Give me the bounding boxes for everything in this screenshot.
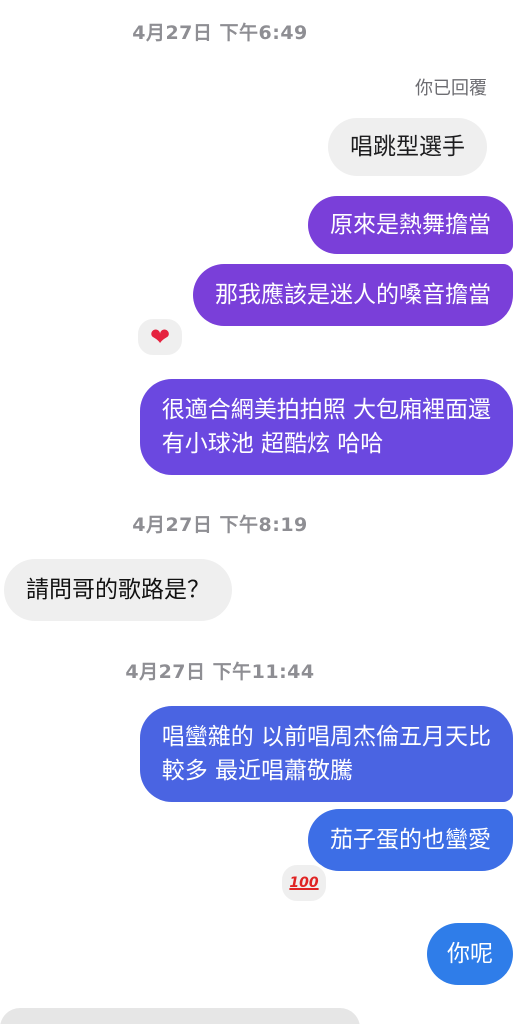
- reaction-hundred[interactable]: 100: [279, 862, 329, 904]
- composer-bar[interactable]: [0, 1008, 360, 1024]
- message-bubble-outgoing-5[interactable]: 茄子蛋的也蠻愛: [308, 809, 513, 871]
- hundred-points-icon: 100: [289, 875, 319, 891]
- timestamp-3: 4月27日 下午11:44: [125, 661, 315, 683]
- message-bubble-outgoing-3[interactable]: 很適合網美拍拍照 大包廂裡面還 有小球池 超酷炫 哈哈: [139, 379, 513, 475]
- message-bubble-outgoing-6[interactable]: 你呢: [427, 923, 513, 985]
- message-line: 較多 最近唱蕭敬騰: [161, 758, 353, 784]
- message-bubble-outgoing-1[interactable]: 原來是熱舞擔當: [308, 196, 513, 254]
- heart-icon: ❤: [149, 323, 171, 351]
- message-line: 很適合網美拍拍照 大包廂裡面還: [161, 397, 491, 423]
- message-bubble-replied[interactable]: 唱跳型選手: [328, 118, 487, 176]
- message-bubble-outgoing-2[interactable]: 那我應該是迷人的嗓音擔當: [193, 264, 513, 326]
- timestamp-2: 4月27日 下午8:19: [132, 514, 308, 536]
- message-bubble-outgoing-4[interactable]: 唱蠻雜的 以前唱周杰倫五月天比 較多 最近唱蕭敬騰: [139, 706, 513, 802]
- message-bubble-incoming[interactable]: 請問哥的歌路是？: [4, 559, 232, 621]
- message-line: 有小球池 超酷炫 哈哈: [161, 431, 384, 457]
- reply-note: 你已回覆: [415, 78, 487, 99]
- message-line: 唱蠻雜的 以前唱周杰倫五月天比: [161, 724, 491, 750]
- reaction-heart[interactable]: ❤: [135, 316, 185, 358]
- timestamp-1: 4月27日 下午6:49: [132, 22, 308, 44]
- chat-screen: 4月27日 下午6:49 你已回覆 唱跳型選手 原來是熱舞擔當 那我應該是迷人的…: [0, 0, 525, 1024]
